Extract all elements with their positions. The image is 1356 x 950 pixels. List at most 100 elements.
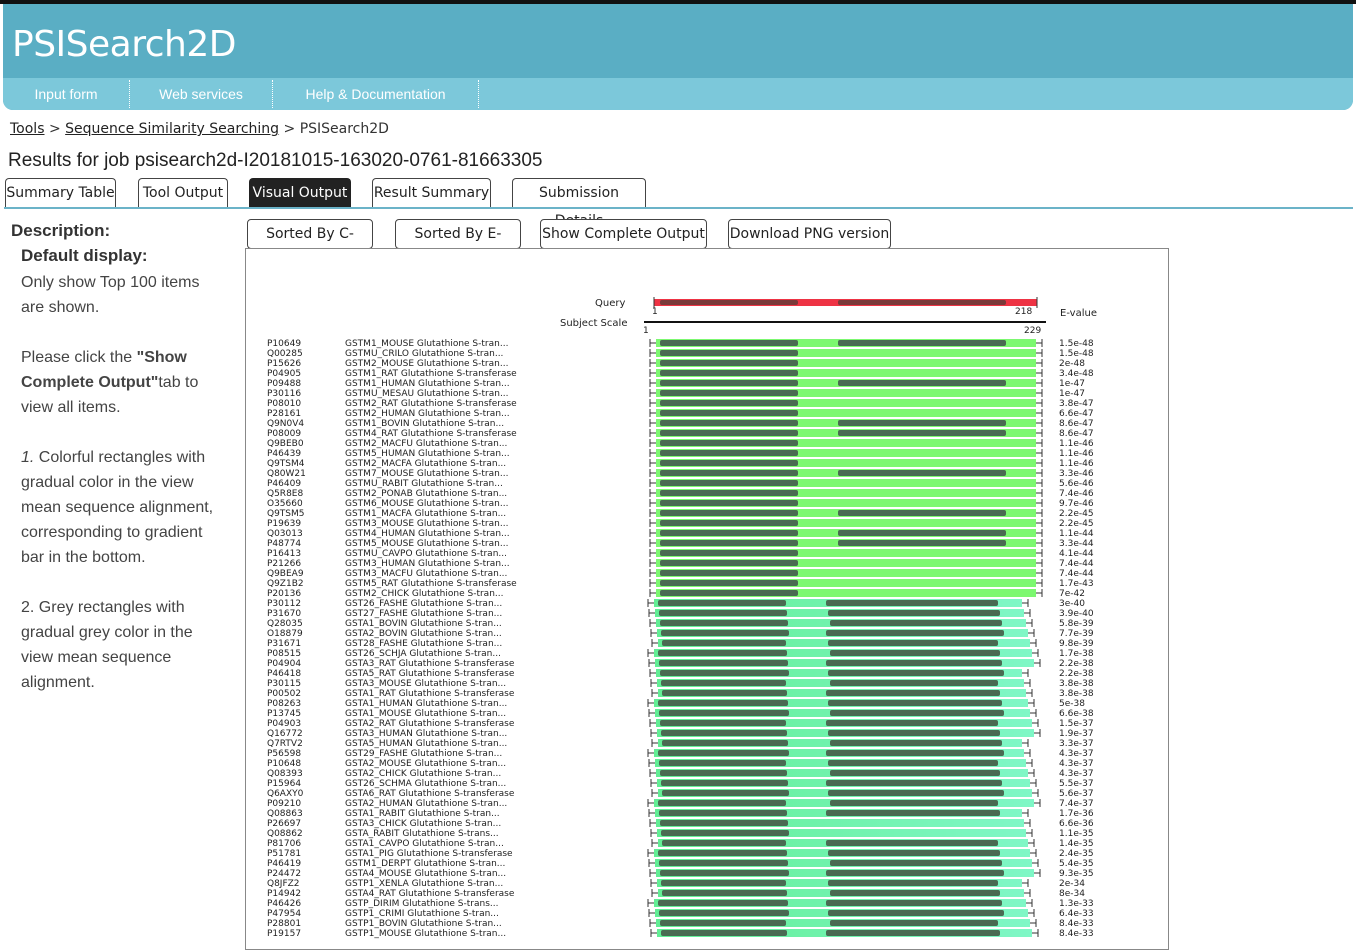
row-dark-segment (661, 880, 786, 886)
alignment-row: P20136 GSTM2_CHICK Glutathione S-tran... 7… (267, 589, 1085, 599)
row-dark-segment (658, 750, 789, 756)
row-dark-segment (838, 420, 1006, 426)
row-dark-segment (661, 680, 786, 686)
row-accession: P14942 (267, 889, 301, 899)
row-evalue: 4.3e-37 (1059, 759, 1094, 769)
breadcrumb-sequence-similarity[interactable]: Sequence Similarity Searching (65, 121, 279, 137)
item-number: 1. (21, 449, 35, 466)
row-description: GSTM2_PONAB Glutathione S-tran... (345, 489, 507, 499)
row-evalue: 1.5e-48 (1059, 349, 1094, 359)
tab-tool-output[interactable]: Tool Output (138, 178, 228, 207)
row-accession: P81706 (267, 839, 301, 849)
row-description: GSTM2_RAT Glutathione S-transferase (345, 399, 517, 409)
row-description: GSTA5_HUMAN Glutathione S-tran... (345, 739, 507, 749)
row-accession: P51781 (267, 849, 301, 859)
row-evalue: 4.1e-44 (1059, 549, 1094, 559)
row-dark-segment (838, 540, 1006, 546)
row-dark-segment (660, 430, 798, 436)
alignment-row: Q5R8E8 GSTM2_PONAB Glutathione S-tran... 7… (267, 489, 1094, 499)
breadcrumb-tools[interactable]: Tools (10, 121, 45, 137)
row-evalue: 5.8e-39 (1059, 619, 1094, 629)
alignment-rows: P10649 GSTM1_MOUSE Glutathione S-tran... 1… (267, 339, 1094, 939)
row-dark-segment (660, 530, 798, 536)
row-dark-segment (660, 410, 798, 416)
tab-underline (4, 207, 1353, 209)
row-description: GSTM1_HUMAN Glutathione S-tran... (345, 379, 510, 389)
row-dark-segment (828, 850, 1000, 856)
row-description: GSTA5_RAT Glutathione S-transferase (345, 669, 515, 679)
row-evalue: 9.7e-46 (1059, 499, 1094, 509)
row-dark-segment (660, 720, 786, 726)
app-title[interactable]: PSISearch2D (12, 24, 236, 65)
row-description: GSTA1_PIG Glutathione S-transferase (345, 849, 513, 859)
alignment-row: P46419 GSTM1_DERPT Glutathione S-tran... 5… (267, 859, 1094, 869)
nav-separator (478, 80, 479, 108)
description-heading: Description: (11, 221, 111, 240)
row-evalue: 5.6e-46 (1059, 479, 1094, 489)
row-dark-segment (660, 770, 787, 776)
row-accession: P46439 (267, 449, 301, 459)
row-evalue: 8.4e-33 (1059, 919, 1094, 929)
description-item-1: 1. Colorful rectangles with gradual colo… (21, 445, 226, 570)
row-description: GSTM2_MOUSE Glutathione S-tran... (345, 359, 508, 369)
row-dark-segment (660, 360, 798, 366)
tab-submission-details[interactable]: Submission Details (512, 178, 646, 229)
row-evalue: 1.1e-35 (1059, 829, 1094, 839)
row-evalue: 1e-47 (1059, 389, 1085, 399)
row-accession: P00502 (267, 689, 301, 699)
row-evalue: 1.7e-43 (1059, 579, 1094, 589)
hint-text: Please click the (21, 349, 137, 366)
row-evalue: 3.8e-47 (1059, 399, 1094, 409)
row-dark-segment (830, 890, 1000, 896)
row-accession: P08263 (267, 699, 301, 709)
alignment-row: Q9N0V4 GSTM1_BOVIN Glutathione S-tran... 8… (267, 419, 1094, 429)
row-accession: Q9N0V4 (267, 419, 304, 429)
sorted-by-e-value-button[interactable]: Sorted By E-value (395, 219, 521, 270)
row-description: GSTA2_RAT Glutathione S-transferase (345, 719, 515, 729)
row-evalue: 2.4e-35 (1059, 849, 1094, 859)
tab-result-summary[interactable]: Result Summary (372, 178, 491, 207)
row-dark-segment (662, 790, 789, 796)
row-dark-segment (660, 440, 798, 446)
row-dark-segment (660, 350, 798, 356)
alignment-row: Q9TSM4 GSTM2_MACFA Glutathione S-tran... 1… (267, 459, 1094, 469)
row-description: GSTM3_MOUSE Glutathione S-tran... (345, 519, 508, 529)
tab-summary-table[interactable]: Summary Table (5, 178, 116, 207)
alignment-row: Q8JFZ2 GSTP1_XENLA Glutathione S-tran... 2… (267, 879, 1085, 889)
description-item-2: 2. Grey rectangles with gradual grey col… (21, 599, 193, 691)
row-evalue: 1.3e-33 (1059, 899, 1094, 909)
row-evalue: 1.7e-36 (1059, 809, 1094, 819)
download-png-button[interactable]: Download PNG version (728, 219, 891, 249)
nav-web-services[interactable]: Web services (130, 78, 272, 110)
alignment-row: Q16772 GSTA3_HUMAN Glutathione S-tran... 1… (267, 729, 1094, 739)
row-dark-segment (826, 750, 1004, 756)
row-description: GSTA3_RAT Glutathione S-transferase (345, 659, 515, 669)
breadcrumb-current: PSISearch2D (299, 121, 389, 137)
row-evalue: 6.6e-38 (1059, 709, 1094, 719)
sorted-by-c-value-button[interactable]: Sorted By C-value (247, 219, 373, 270)
row-accession: P04905 (267, 369, 301, 379)
row-evalue: 3.8e-38 (1059, 679, 1094, 689)
row-dark-segment (660, 460, 798, 466)
row-dark-segment (826, 840, 998, 846)
alignment-row: P08515 GST26_SCHJA Glutathione S-tran... 1… (267, 649, 1094, 659)
row-dark-segment (658, 850, 787, 856)
show-complete-output-button[interactable]: Show Complete Output (540, 219, 707, 249)
row-dark-segment (826, 690, 1000, 696)
row-description: GSTA1_RABIT Glutathione S-tran... (345, 809, 500, 819)
nav-help-documentation[interactable]: Help & Documentation (273, 78, 478, 110)
row-dark-segment (659, 860, 788, 866)
nav-input-form[interactable]: Input form (3, 78, 129, 110)
tab-visual-output[interactable]: Visual Output (249, 178, 351, 207)
row-description: GSTM1_RAT Glutathione S-transferase (345, 369, 517, 379)
row-description: GSTA3_MOUSE Glutathione S-tran... (345, 679, 506, 689)
row-description: GSTA1_MOUSE Glutathione S-tran... (345, 709, 506, 719)
row-dark-segment (828, 700, 1002, 706)
row-dark-segment (659, 810, 787, 816)
row-dark-segment (658, 600, 786, 606)
page-title: Results for job psisearch2d-I20181015-16… (8, 150, 543, 171)
row-accession: Q9BEB0 (267, 439, 304, 449)
row-evalue: 1.1e-44 (1059, 529, 1094, 539)
row-evalue: 5.4e-35 (1059, 859, 1094, 869)
row-accession: P15626 (267, 359, 301, 369)
